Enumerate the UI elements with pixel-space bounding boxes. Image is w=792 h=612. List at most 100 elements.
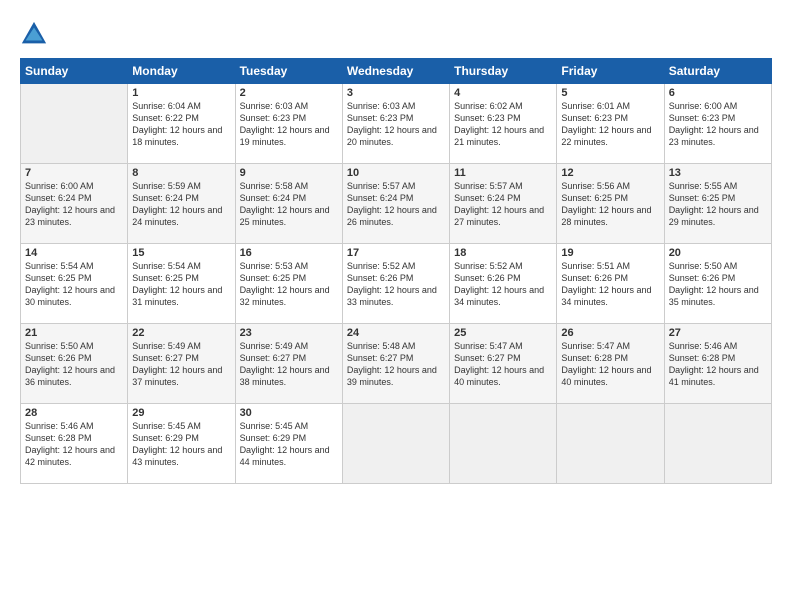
day-info: Sunrise: 6:03 AMSunset: 6:23 PMDaylight:… xyxy=(240,100,338,149)
day-info: Sunrise: 5:47 AMSunset: 6:27 PMDaylight:… xyxy=(454,340,552,389)
day-info: Sunrise: 5:52 AMSunset: 6:26 PMDaylight:… xyxy=(347,260,445,309)
calendar-cell: 26 Sunrise: 5:47 AMSunset: 6:28 PMDaylig… xyxy=(557,324,664,404)
day-number: 7 xyxy=(25,167,123,179)
day-info: Sunrise: 5:54 AMSunset: 6:25 PMDaylight:… xyxy=(25,260,123,309)
day-number: 21 xyxy=(25,327,123,339)
day-number: 23 xyxy=(240,327,338,339)
day-info: Sunrise: 5:56 AMSunset: 6:25 PMDaylight:… xyxy=(561,180,659,229)
calendar-cell: 14 Sunrise: 5:54 AMSunset: 6:25 PMDaylig… xyxy=(21,244,128,324)
calendar-cell: 10 Sunrise: 5:57 AMSunset: 6:24 PMDaylig… xyxy=(342,164,449,244)
calendar-week-row: 21 Sunrise: 5:50 AMSunset: 6:26 PMDaylig… xyxy=(21,324,772,404)
day-number: 15 xyxy=(132,247,230,259)
calendar-cell: 19 Sunrise: 5:51 AMSunset: 6:26 PMDaylig… xyxy=(557,244,664,324)
calendar-cell xyxy=(21,84,128,164)
day-number: 18 xyxy=(454,247,552,259)
day-number: 30 xyxy=(240,407,338,419)
header xyxy=(20,20,772,48)
weekday-header: Sunday xyxy=(21,59,128,84)
calendar-cell: 30 Sunrise: 5:45 AMSunset: 6:29 PMDaylig… xyxy=(235,404,342,484)
day-number: 12 xyxy=(561,167,659,179)
weekday-header: Tuesday xyxy=(235,59,342,84)
calendar-cell: 1 Sunrise: 6:04 AMSunset: 6:22 PMDayligh… xyxy=(128,84,235,164)
day-number: 11 xyxy=(454,167,552,179)
day-number: 20 xyxy=(669,247,767,259)
calendar-cell: 21 Sunrise: 5:50 AMSunset: 6:26 PMDaylig… xyxy=(21,324,128,404)
day-info: Sunrise: 5:50 AMSunset: 6:26 PMDaylight:… xyxy=(669,260,767,309)
day-number: 1 xyxy=(132,87,230,99)
calendar-cell: 7 Sunrise: 6:00 AMSunset: 6:24 PMDayligh… xyxy=(21,164,128,244)
calendar-cell: 27 Sunrise: 5:46 AMSunset: 6:28 PMDaylig… xyxy=(664,324,771,404)
day-number: 8 xyxy=(132,167,230,179)
day-number: 13 xyxy=(669,167,767,179)
day-number: 28 xyxy=(25,407,123,419)
day-info: Sunrise: 6:03 AMSunset: 6:23 PMDaylight:… xyxy=(347,100,445,149)
calendar-cell: 20 Sunrise: 5:50 AMSunset: 6:26 PMDaylig… xyxy=(664,244,771,324)
calendar-table: SundayMondayTuesdayWednesdayThursdayFrid… xyxy=(20,58,772,484)
day-number: 9 xyxy=(240,167,338,179)
weekday-header: Monday xyxy=(128,59,235,84)
day-info: Sunrise: 6:00 AMSunset: 6:23 PMDaylight:… xyxy=(669,100,767,149)
day-info: Sunrise: 5:50 AMSunset: 6:26 PMDaylight:… xyxy=(25,340,123,389)
calendar-cell: 4 Sunrise: 6:02 AMSunset: 6:23 PMDayligh… xyxy=(450,84,557,164)
day-info: Sunrise: 5:47 AMSunset: 6:28 PMDaylight:… xyxy=(561,340,659,389)
weekday-header: Saturday xyxy=(664,59,771,84)
calendar-cell: 5 Sunrise: 6:01 AMSunset: 6:23 PMDayligh… xyxy=(557,84,664,164)
day-number: 2 xyxy=(240,87,338,99)
calendar-cell: 16 Sunrise: 5:53 AMSunset: 6:25 PMDaylig… xyxy=(235,244,342,324)
day-number: 27 xyxy=(669,327,767,339)
day-number: 3 xyxy=(347,87,445,99)
day-number: 4 xyxy=(454,87,552,99)
day-number: 16 xyxy=(240,247,338,259)
calendar-cell: 12 Sunrise: 5:56 AMSunset: 6:25 PMDaylig… xyxy=(557,164,664,244)
calendar-cell: 23 Sunrise: 5:49 AMSunset: 6:27 PMDaylig… xyxy=(235,324,342,404)
calendar-cell: 13 Sunrise: 5:55 AMSunset: 6:25 PMDaylig… xyxy=(664,164,771,244)
calendar-week-row: 1 Sunrise: 6:04 AMSunset: 6:22 PMDayligh… xyxy=(21,84,772,164)
logo-icon xyxy=(20,20,48,48)
day-info: Sunrise: 5:49 AMSunset: 6:27 PMDaylight:… xyxy=(132,340,230,389)
calendar-cell xyxy=(557,404,664,484)
calendar-cell: 9 Sunrise: 5:58 AMSunset: 6:24 PMDayligh… xyxy=(235,164,342,244)
calendar-cell: 18 Sunrise: 5:52 AMSunset: 6:26 PMDaylig… xyxy=(450,244,557,324)
day-info: Sunrise: 5:45 AMSunset: 6:29 PMDaylight:… xyxy=(132,420,230,469)
day-info: Sunrise: 5:57 AMSunset: 6:24 PMDaylight:… xyxy=(347,180,445,229)
day-number: 29 xyxy=(132,407,230,419)
calendar-cell: 29 Sunrise: 5:45 AMSunset: 6:29 PMDaylig… xyxy=(128,404,235,484)
calendar-week-row: 14 Sunrise: 5:54 AMSunset: 6:25 PMDaylig… xyxy=(21,244,772,324)
calendar-cell: 8 Sunrise: 5:59 AMSunset: 6:24 PMDayligh… xyxy=(128,164,235,244)
logo xyxy=(20,20,52,48)
calendar-cell: 3 Sunrise: 6:03 AMSunset: 6:23 PMDayligh… xyxy=(342,84,449,164)
day-number: 5 xyxy=(561,87,659,99)
calendar-cell: 24 Sunrise: 5:48 AMSunset: 6:27 PMDaylig… xyxy=(342,324,449,404)
day-info: Sunrise: 5:48 AMSunset: 6:27 PMDaylight:… xyxy=(347,340,445,389)
day-number: 14 xyxy=(25,247,123,259)
calendar-cell: 28 Sunrise: 5:46 AMSunset: 6:28 PMDaylig… xyxy=(21,404,128,484)
day-info: Sunrise: 5:59 AMSunset: 6:24 PMDaylight:… xyxy=(132,180,230,229)
day-number: 26 xyxy=(561,327,659,339)
day-info: Sunrise: 5:53 AMSunset: 6:25 PMDaylight:… xyxy=(240,260,338,309)
calendar-cell: 6 Sunrise: 6:00 AMSunset: 6:23 PMDayligh… xyxy=(664,84,771,164)
day-number: 17 xyxy=(347,247,445,259)
day-info: Sunrise: 5:54 AMSunset: 6:25 PMDaylight:… xyxy=(132,260,230,309)
weekday-header: Thursday xyxy=(450,59,557,84)
day-info: Sunrise: 6:04 AMSunset: 6:22 PMDaylight:… xyxy=(132,100,230,149)
day-number: 22 xyxy=(132,327,230,339)
weekday-header: Friday xyxy=(557,59,664,84)
weekday-header: Wednesday xyxy=(342,59,449,84)
day-info: Sunrise: 5:57 AMSunset: 6:24 PMDaylight:… xyxy=(454,180,552,229)
day-number: 10 xyxy=(347,167,445,179)
day-info: Sunrise: 5:46 AMSunset: 6:28 PMDaylight:… xyxy=(669,340,767,389)
day-info: Sunrise: 5:55 AMSunset: 6:25 PMDaylight:… xyxy=(669,180,767,229)
calendar-cell: 17 Sunrise: 5:52 AMSunset: 6:26 PMDaylig… xyxy=(342,244,449,324)
weekday-header-row: SundayMondayTuesdayWednesdayThursdayFrid… xyxy=(21,59,772,84)
day-info: Sunrise: 5:45 AMSunset: 6:29 PMDaylight:… xyxy=(240,420,338,469)
calendar-cell xyxy=(664,404,771,484)
day-info: Sunrise: 6:01 AMSunset: 6:23 PMDaylight:… xyxy=(561,100,659,149)
calendar-cell: 22 Sunrise: 5:49 AMSunset: 6:27 PMDaylig… xyxy=(128,324,235,404)
calendar-cell: 15 Sunrise: 5:54 AMSunset: 6:25 PMDaylig… xyxy=(128,244,235,324)
day-number: 19 xyxy=(561,247,659,259)
day-info: Sunrise: 6:00 AMSunset: 6:24 PMDaylight:… xyxy=(25,180,123,229)
day-info: Sunrise: 5:46 AMSunset: 6:28 PMDaylight:… xyxy=(25,420,123,469)
day-info: Sunrise: 5:58 AMSunset: 6:24 PMDaylight:… xyxy=(240,180,338,229)
calendar-week-row: 28 Sunrise: 5:46 AMSunset: 6:28 PMDaylig… xyxy=(21,404,772,484)
calendar-cell: 11 Sunrise: 5:57 AMSunset: 6:24 PMDaylig… xyxy=(450,164,557,244)
